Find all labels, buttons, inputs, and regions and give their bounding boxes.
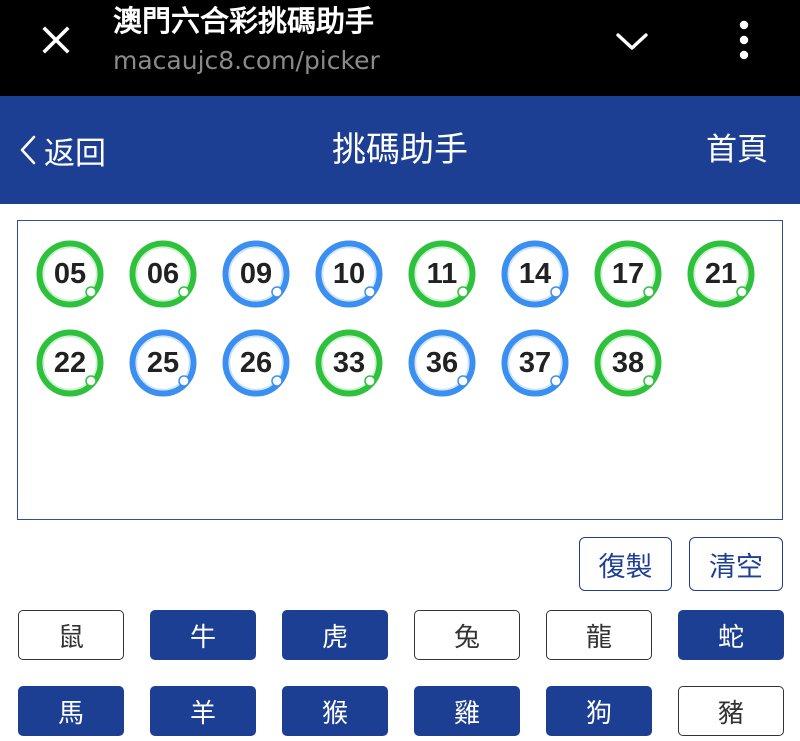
more-vertical-icon <box>739 20 749 60</box>
number-ball[interactable]: 05 <box>35 239 105 309</box>
ball-number: 10 <box>332 257 366 290</box>
browser-toolbar: 澳門六合彩挑碼助手 macaujc8.com/picker <box>0 0 800 96</box>
number-ball[interactable]: 14 <box>500 239 570 309</box>
copy-button[interactable]: 復製 <box>579 537 672 591</box>
more-options-button[interactable] <box>722 14 766 66</box>
header-title: 挑碼助手 <box>332 130 468 170</box>
chevron-left-icon <box>20 135 36 165</box>
chevron-down-icon <box>616 33 648 50</box>
zodiac-button[interactable]: 猴 <box>282 686 388 736</box>
selected-numbers-panel: 05 06 09 10 11 14 17 21 22 25 26 33 36 37 38 <box>17 220 783 520</box>
page-url[interactable]: macaujc8.com/picker <box>113 44 380 78</box>
zodiac-button[interactable]: 蛇 <box>678 610 784 660</box>
zodiac-button[interactable]: 龍 <box>546 610 652 660</box>
zodiac-button[interactable]: 雞 <box>414 686 520 736</box>
zodiac-button[interactable]: 豬 <box>678 686 784 736</box>
zodiac-button[interactable]: 兔 <box>414 610 520 660</box>
ball-number: 05 <box>53 257 87 290</box>
ball-number: 21 <box>704 257 738 290</box>
expand-button[interactable] <box>604 20 660 64</box>
ball-number: 14 <box>518 257 552 290</box>
home-button[interactable]: 首頁 <box>706 126 768 174</box>
ball-number: 11 <box>426 257 458 290</box>
number-ball[interactable]: 06 <box>128 239 198 309</box>
page-title: 澳門六合彩挑碼助手 <box>113 4 375 38</box>
zodiac-button[interactable]: 虎 <box>282 610 388 660</box>
number-ball[interactable]: 21 <box>686 239 756 309</box>
number-ball[interactable]: 38 <box>593 328 663 398</box>
ball-number: 25 <box>146 346 180 379</box>
zodiac-button[interactable]: 牛 <box>150 610 256 660</box>
zodiac-button[interactable]: 狗 <box>546 686 652 736</box>
back-button[interactable]: 返回 <box>18 126 106 174</box>
number-ball[interactable]: 11 <box>407 239 477 309</box>
number-ball[interactable]: 25 <box>128 328 198 398</box>
ball-number: 37 <box>518 346 552 379</box>
number-ball[interactable]: 36 <box>407 328 477 398</box>
ball-number: 36 <box>425 346 459 379</box>
ball-number: 06 <box>146 257 180 290</box>
number-ball[interactable]: 33 <box>314 328 384 398</box>
app-header: 返回 挑碼助手 首頁 <box>0 96 800 204</box>
number-ball[interactable]: 37 <box>500 328 570 398</box>
number-ball[interactable]: 10 <box>314 239 384 309</box>
zodiac-button[interactable]: 鼠 <box>18 610 124 660</box>
ball-number: 33 <box>332 346 366 379</box>
ball-number: 26 <box>239 346 273 379</box>
ball-number: 09 <box>239 257 273 290</box>
number-ball[interactable]: 09 <box>221 239 291 309</box>
zodiac-button[interactable]: 羊 <box>150 686 256 736</box>
close-icon <box>42 26 70 54</box>
ball-number: 38 <box>611 346 645 379</box>
number-ball[interactable]: 22 <box>35 328 105 398</box>
ball-number: 22 <box>53 346 87 379</box>
ball-number: 17 <box>611 257 645 290</box>
zodiac-button[interactable]: 馬 <box>18 686 124 736</box>
number-ball[interactable]: 26 <box>221 328 291 398</box>
close-button[interactable] <box>28 18 84 62</box>
clear-button[interactable]: 清空 <box>689 537 783 591</box>
number-ball[interactable]: 17 <box>593 239 663 309</box>
back-label: 返回 <box>44 135 106 172</box>
